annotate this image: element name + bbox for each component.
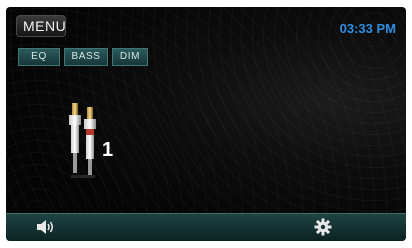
audio-controls: EQ BASS DIM [18,48,148,66]
source-number: 1 [102,139,114,161]
menu-button[interactable]: MENU [16,15,66,37]
bottom-bar [6,213,406,241]
head-unit-screen: MENU 03:33 PM EQ BASS DIM 1 [6,7,406,241]
clock: 03:33 PM [339,21,396,36]
dim-button[interactable]: DIM [112,48,148,66]
speaker-icon[interactable] [36,219,56,235]
bass-button[interactable]: BASS [64,48,108,66]
eq-button[interactable]: EQ [18,48,60,66]
frame: MENU 03:33 PM EQ BASS DIM 1 [0,0,412,248]
gear-icon[interactable] [314,218,332,236]
